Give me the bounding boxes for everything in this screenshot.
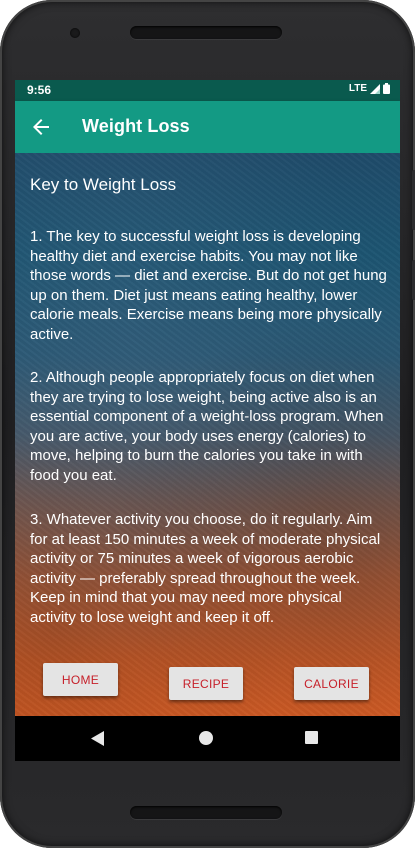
calorie-button[interactable]: CALORIE (294, 667, 369, 700)
bottom-speaker (130, 806, 282, 819)
recipe-button[interactable]: RECIPE (169, 667, 243, 700)
screen: 9:56 LTE Weight Loss Key to Weight Loss … (15, 80, 400, 761)
signal-icon (370, 83, 380, 94)
nav-recents-icon[interactable] (305, 731, 318, 744)
page-title: Weight Loss (82, 116, 190, 136)
phone-frame: 9:56 LTE Weight Loss Key to Weight Loss … (0, 0, 415, 848)
arrow-left-icon[interactable] (29, 115, 53, 139)
article-heading: Key to Weight Loss (30, 175, 177, 194)
app-bar: Weight Loss (15, 101, 400, 153)
front-camera (70, 28, 80, 38)
paragraph-1: 1. The key to successful weight loss is … (30, 228, 387, 343)
battery-icon (383, 83, 390, 94)
network-type: LTE (348, 83, 367, 94)
status-icons: LTE (349, 83, 390, 94)
nav-back-icon[interactable] (91, 731, 105, 746)
article-content: Key to Weight Loss 1. The key to success… (15, 153, 400, 716)
status-bar: 9:56 LTE (15, 80, 400, 101)
earpiece-speaker (130, 26, 282, 39)
nav-home-icon[interactable] (199, 731, 213, 745)
paragraph-3: 3. Whatever activity you choose, do it r… (30, 511, 381, 626)
system-navigation-bar (15, 716, 400, 761)
status-time: 9:56 (27, 83, 52, 97)
paragraph-2: 2. Although people appropriately focus o… (30, 369, 384, 484)
home-button[interactable]: HOME (43, 663, 118, 696)
